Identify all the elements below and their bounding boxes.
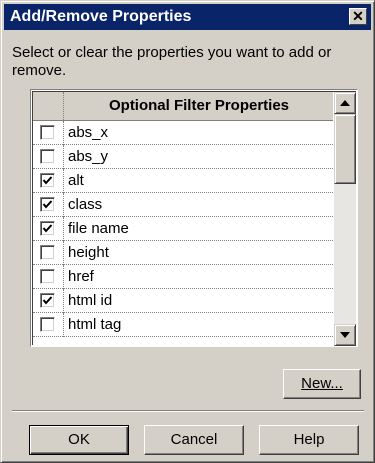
property-checkbox[interactable]: [40, 197, 55, 212]
list-item[interactable]: html id: [33, 289, 333, 313]
property-checkbox[interactable]: [40, 125, 55, 140]
property-label: class: [68, 196, 103, 213]
property-label: html tag: [68, 316, 122, 333]
new-button-label: New...: [301, 375, 343, 392]
property-label: abs_y: [68, 148, 109, 165]
properties-list[interactable]: Optional Filter Properties abs_x abs_yalt…: [30, 89, 358, 347]
check-cell: [33, 193, 64, 217]
check-cell: [33, 265, 64, 289]
help-button[interactable]: Help: [259, 425, 359, 455]
checkmark-icon: [42, 176, 53, 185]
add-remove-properties-dialog: Add/Remove Properties ✕ Select or clear …: [0, 0, 375, 463]
scroll-down-button[interactable]: [334, 324, 356, 346]
cancel-button-label: Cancel: [170, 431, 218, 448]
property-label: html id: [68, 292, 113, 309]
title-bar[interactable]: Add/Remove Properties ✕: [4, 4, 371, 30]
list-item[interactable]: height: [33, 241, 333, 265]
property-label: abs_x: [68, 124, 109, 141]
property-label: href: [68, 268, 94, 285]
help-button-label: Help: [293, 431, 325, 448]
property-checkbox[interactable]: [40, 245, 55, 260]
property-checkbox[interactable]: [40, 317, 55, 332]
header-check-column: [33, 92, 64, 120]
ok-button-label: OK: [68, 431, 90, 448]
list-item[interactable]: abs_x: [33, 121, 333, 145]
ok-button[interactable]: OK: [29, 425, 129, 455]
check-cell: [33, 313, 64, 337]
check-cell: [33, 145, 64, 169]
check-cell: [33, 121, 64, 145]
property-checkbox[interactable]: [40, 149, 55, 164]
check-cell: [33, 241, 64, 265]
arrow-up-icon: [340, 100, 350, 106]
check-cell: [33, 169, 64, 193]
dialog-title: Add/Remove Properties: [10, 8, 192, 25]
property-checkbox[interactable]: [40, 269, 55, 284]
property-label: alt: [68, 172, 84, 189]
new-button[interactable]: New...: [283, 369, 361, 399]
cancel-button[interactable]: Cancel: [144, 425, 244, 455]
list-item[interactable]: class: [33, 193, 333, 217]
property-checkbox[interactable]: [40, 173, 55, 188]
check-cell: [33, 217, 64, 241]
scroll-up-button[interactable]: [334, 92, 356, 114]
button-separator: [12, 410, 364, 412]
arrow-down-icon: [340, 332, 350, 338]
checkmark-icon: [42, 296, 53, 305]
close-button[interactable]: ✕: [349, 8, 367, 25]
close-icon: ✕: [352, 8, 364, 24]
list-item[interactable]: abs_y: [33, 145, 333, 169]
property-label: file name: [68, 220, 129, 237]
list-rows: abs_x abs_yalt class file name height href htm…: [33, 121, 333, 337]
list-item[interactable]: html tag: [33, 313, 333, 337]
list-header: Optional Filter Properties: [33, 92, 333, 121]
vertical-scrollbar[interactable]: [334, 92, 356, 346]
list-item[interactable]: file name: [33, 217, 333, 241]
checkmark-icon: [42, 224, 53, 233]
list-item[interactable]: alt: [33, 169, 333, 193]
scrollbar-thumb[interactable]: [334, 114, 356, 184]
checkmark-icon: [42, 200, 53, 209]
list-item[interactable]: href: [33, 265, 333, 289]
property-checkbox[interactable]: [40, 221, 55, 236]
property-label: height: [68, 244, 109, 261]
check-cell: [33, 289, 64, 313]
instructions-text: Select or clear the properties you want …: [12, 44, 332, 79]
column-header-optional-filter-properties: Optional Filter Properties: [108, 97, 290, 114]
property-checkbox[interactable]: [40, 293, 55, 308]
